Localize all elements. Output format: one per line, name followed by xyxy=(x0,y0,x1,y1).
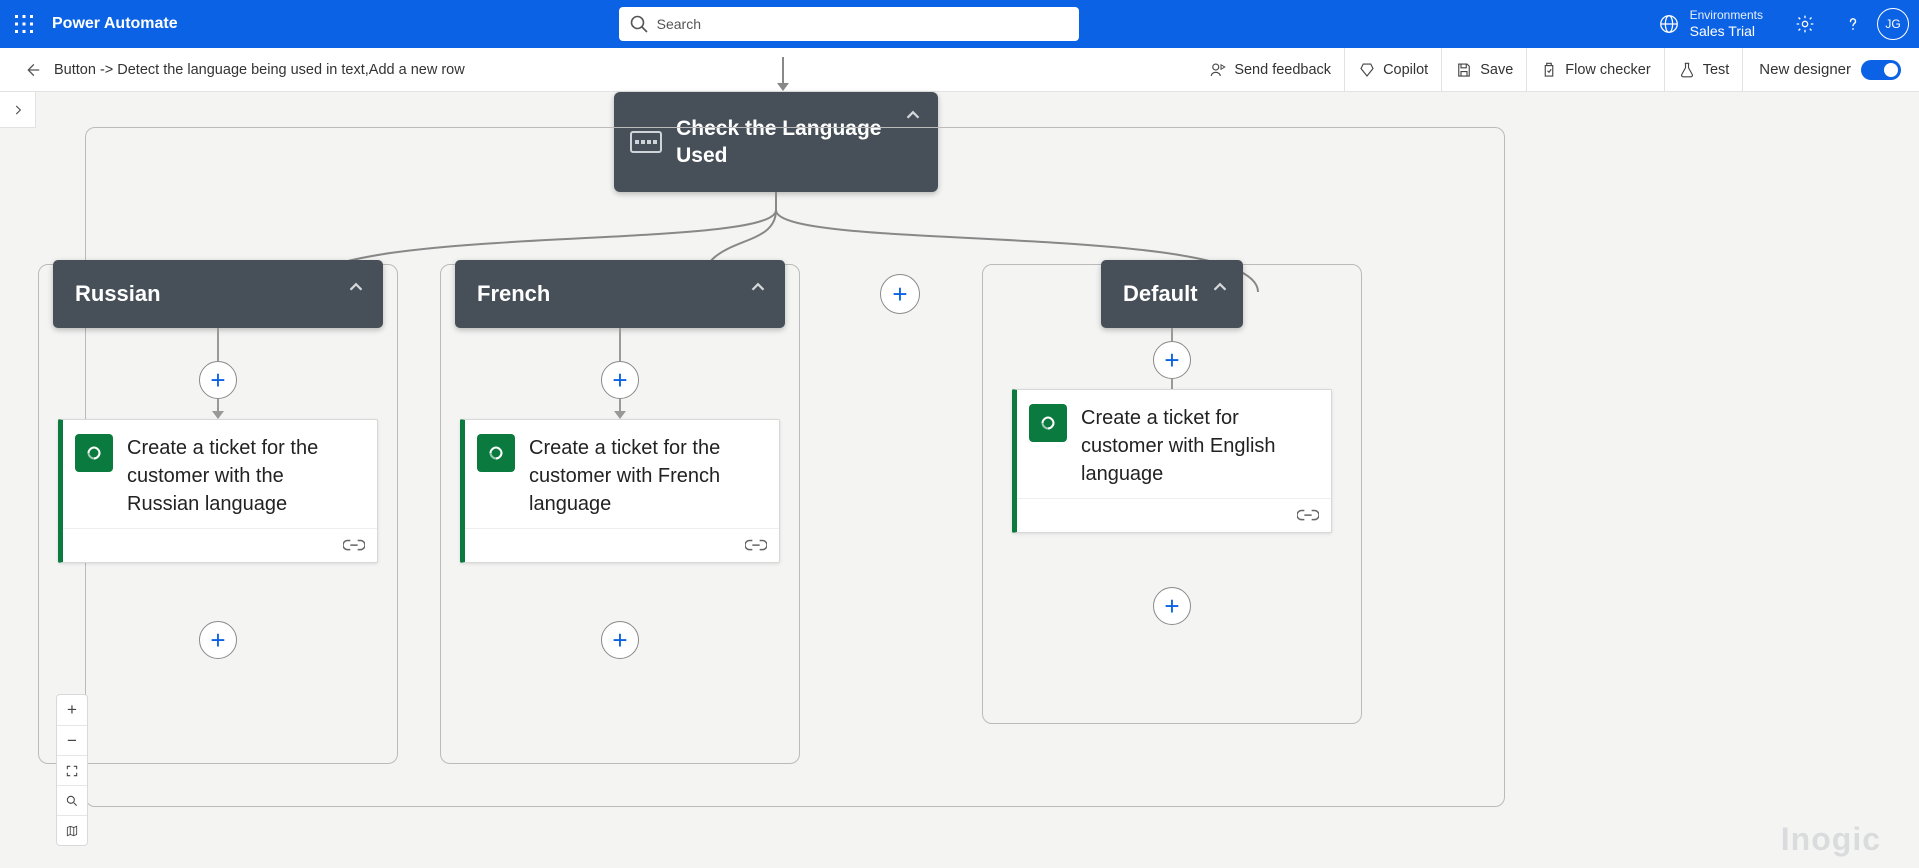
arrow-down-icon xyxy=(210,328,226,362)
chevron-right-icon xyxy=(11,103,25,117)
test-label: Test xyxy=(1703,62,1730,78)
environment-icon xyxy=(1658,13,1680,35)
settings-button[interactable] xyxy=(1781,0,1829,48)
arrow-down-icon xyxy=(612,328,628,362)
copilot-button[interactable]: Copilot xyxy=(1345,48,1442,92)
case-french-header[interactable]: French xyxy=(455,260,785,328)
add-action-button[interactable]: + xyxy=(601,621,639,659)
action-title: Create a ticket for the customer with Fr… xyxy=(529,434,763,518)
fit-screen-button[interactable] xyxy=(57,755,87,785)
minimap-button[interactable] xyxy=(57,815,87,845)
copilot-icon xyxy=(1358,61,1376,79)
command-bar: Button -> Detect the language being used… xyxy=(0,48,1919,92)
test-button[interactable]: Test xyxy=(1665,48,1744,92)
add-action-button[interactable]: + xyxy=(1153,587,1191,625)
chevron-up-icon[interactable] xyxy=(902,104,924,126)
feedback-icon xyxy=(1209,61,1227,79)
send-feedback-label: Send feedback xyxy=(1234,62,1331,78)
arrow-down-icon xyxy=(773,57,793,93)
brand-title: Power Automate xyxy=(48,15,178,33)
action-card-default[interactable]: Create a ticket for customer with Englis… xyxy=(1012,389,1332,533)
case-russian-label: Russian xyxy=(75,281,161,307)
case-russian: Russian + Create a ticket for the custom… xyxy=(38,264,398,764)
watermark: Inogic xyxy=(1781,821,1881,858)
fit-icon xyxy=(65,764,79,778)
chevron-up-icon[interactable] xyxy=(1209,276,1231,298)
flow-checker-label: Flow checker xyxy=(1565,62,1650,78)
dataverse-icon xyxy=(477,434,515,472)
arrow-down-icon xyxy=(1164,328,1180,342)
flow-title: Button -> Detect the language being used… xyxy=(54,62,465,78)
action-title: Create a ticket for customer with Englis… xyxy=(1081,404,1315,488)
top-bar: Power Automate Environments Sales Trial … xyxy=(0,0,1919,48)
add-action-button[interactable]: + xyxy=(601,361,639,399)
save-button[interactable]: Save xyxy=(1442,48,1527,92)
case-french: French + Create a ticket for the custome… xyxy=(440,264,800,764)
app-launcher-button[interactable] xyxy=(0,0,48,48)
help-icon xyxy=(1843,14,1863,34)
user-avatar[interactable]: JG xyxy=(1877,8,1909,40)
search-container xyxy=(619,7,1079,41)
waffle-icon xyxy=(15,15,33,33)
chevron-up-icon[interactable] xyxy=(345,276,367,298)
help-button[interactable] xyxy=(1829,0,1877,48)
expand-panel-button[interactable] xyxy=(0,92,36,128)
arrow-down-icon xyxy=(210,399,226,421)
case-russian-header[interactable]: Russian xyxy=(53,260,383,328)
beaker-icon xyxy=(1678,61,1696,79)
add-action-button[interactable]: + xyxy=(1153,341,1191,379)
flow-checker-button[interactable]: Flow checker xyxy=(1527,48,1664,92)
back-button[interactable] xyxy=(20,61,44,79)
arrow-down-icon xyxy=(612,399,628,421)
add-action-button[interactable]: + xyxy=(199,621,237,659)
action-title: Create a ticket for the customer with th… xyxy=(127,434,361,518)
environment-name: Sales Trial xyxy=(1690,23,1763,39)
add-action-button[interactable]: + xyxy=(199,361,237,399)
designer-canvas[interactable]: Check the Language Used + Russian + Crea… xyxy=(0,92,1919,868)
case-default-label: Default xyxy=(1123,281,1198,307)
send-feedback-button[interactable]: Send feedback xyxy=(1196,48,1345,92)
arrow-left-icon xyxy=(23,61,41,79)
action-card-russian[interactable]: Create a ticket for the customer with th… xyxy=(58,419,378,563)
map-icon xyxy=(65,824,79,838)
save-icon xyxy=(1455,61,1473,79)
dataverse-icon xyxy=(1029,404,1067,442)
link-icon xyxy=(1297,508,1319,524)
link-icon xyxy=(745,538,767,554)
save-label: Save xyxy=(1480,62,1513,78)
case-default-header[interactable]: Default xyxy=(1101,260,1243,328)
toggle-switch[interactable] xyxy=(1861,60,1901,80)
copilot-label: Copilot xyxy=(1383,62,1428,78)
dataverse-icon xyxy=(75,434,113,472)
gear-icon xyxy=(1795,14,1815,34)
case-french-label: French xyxy=(477,281,550,307)
search-icon xyxy=(65,794,79,808)
canvas-tools: + − xyxy=(56,694,88,846)
search-input[interactable] xyxy=(619,7,1079,41)
add-case-button[interactable]: + xyxy=(880,274,920,314)
chevron-up-icon[interactable] xyxy=(747,276,769,298)
new-designer-label: New designer xyxy=(1759,61,1851,78)
search-icon xyxy=(629,14,649,34)
flow-checker-icon xyxy=(1540,61,1558,79)
new-designer-toggle[interactable]: New designer xyxy=(1743,60,1901,80)
zoom-out-button[interactable]: − xyxy=(57,725,87,755)
case-default: Default + Create a ticket for customer w… xyxy=(982,264,1362,724)
search-canvas-button[interactable] xyxy=(57,785,87,815)
zoom-in-button[interactable]: + xyxy=(57,695,87,725)
action-card-french[interactable]: Create a ticket for the customer with Fr… xyxy=(460,419,780,563)
environment-label: Environments xyxy=(1690,9,1763,23)
environment-picker[interactable]: Environments Sales Trial xyxy=(1640,0,1781,48)
link-icon xyxy=(343,538,365,554)
